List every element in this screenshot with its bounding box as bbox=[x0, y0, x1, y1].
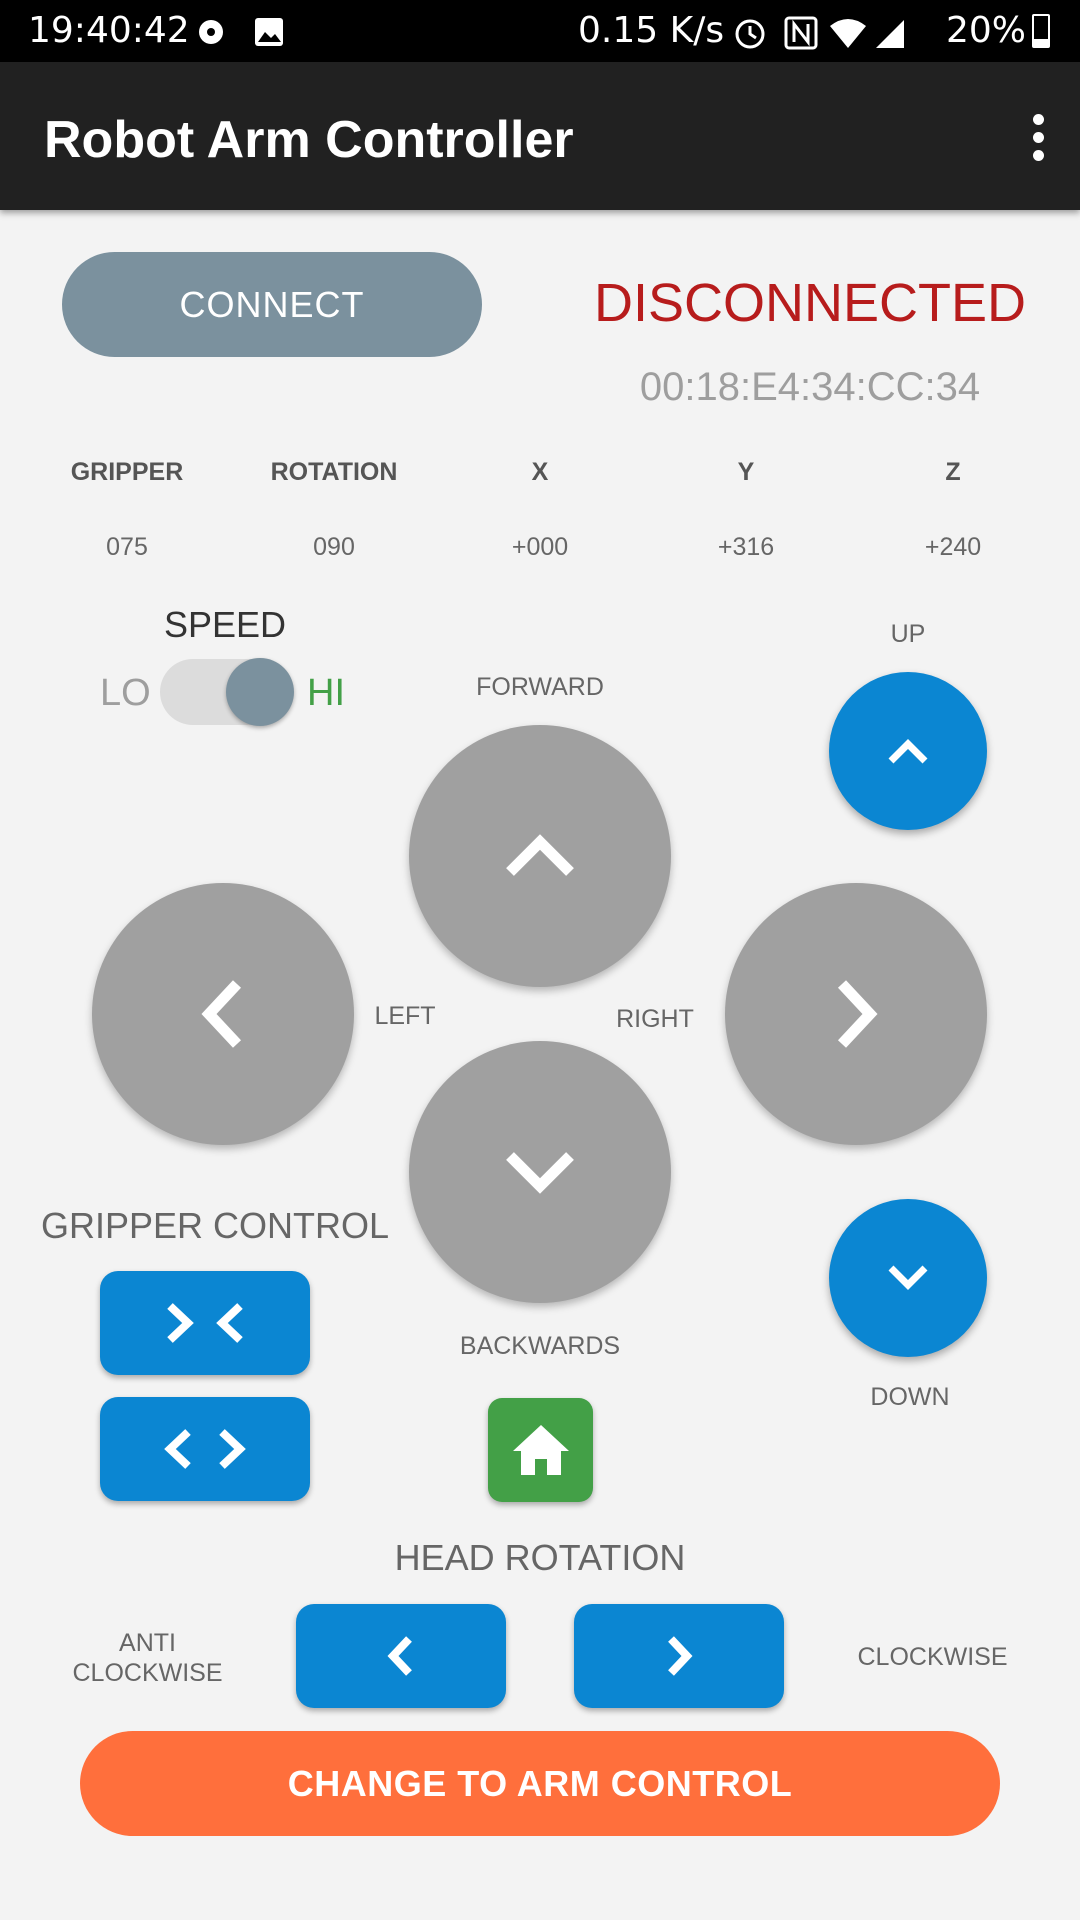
anticlockwise-label-line1: ANTI bbox=[119, 1629, 176, 1657]
readout-label-z: Z bbox=[945, 458, 961, 486]
backwards-button[interactable] bbox=[409, 1041, 671, 1303]
more-vert-icon[interactable] bbox=[1028, 114, 1048, 161]
speed-lo-label: LO bbox=[100, 672, 151, 714]
system-icons bbox=[730, 12, 970, 56]
forward-button[interactable] bbox=[409, 725, 671, 987]
chevron-left-icon bbox=[201, 980, 242, 1048]
up-button[interactable] bbox=[829, 672, 987, 830]
gripper-control-title: GRIPPER CONTROL bbox=[41, 1205, 390, 1246]
alarm-icon bbox=[735, 19, 765, 49]
home-icon bbox=[512, 1425, 569, 1475]
gripper-open-icon bbox=[164, 1429, 246, 1469]
readout-value-z: +240 bbox=[924, 533, 982, 561]
wifi-icon bbox=[830, 19, 866, 48]
app-title: Robot Arm Controller bbox=[44, 111, 574, 169]
gripper-close-icon bbox=[167, 1303, 243, 1343]
nfc-icon bbox=[784, 16, 818, 50]
readout-label-y: Y bbox=[737, 458, 755, 486]
up-label: UP bbox=[890, 620, 926, 648]
head-rotation-title: HEAD ROTATION bbox=[394, 1537, 686, 1578]
speed-toggle-thumb[interactable] bbox=[226, 658, 294, 726]
forward-label: FORWARD bbox=[476, 673, 604, 701]
change-to-arm-control-button[interactable]: CHANGE TO ARM CONTROL bbox=[80, 1731, 1000, 1836]
down-button[interactable] bbox=[829, 1199, 987, 1357]
image-icon bbox=[199, 18, 283, 46]
chevron-left-icon bbox=[387, 1636, 412, 1676]
chevron-up-icon bbox=[888, 739, 928, 764]
chevron-right-icon bbox=[837, 980, 878, 1048]
backwards-label: BACKWARDS bbox=[459, 1332, 621, 1360]
battery-percent: 20% bbox=[946, 10, 1027, 51]
chevron-down-icon bbox=[506, 1152, 574, 1194]
readout-value-x: +000 bbox=[511, 533, 569, 561]
connect-button[interactable]: CONNECT bbox=[62, 252, 482, 357]
chevron-up-icon bbox=[506, 834, 574, 876]
device-address: 00:18:E4:34:CC:34 bbox=[639, 365, 981, 409]
home-button[interactable] bbox=[488, 1398, 593, 1502]
notification-icons bbox=[195, 14, 285, 54]
connection-status: DISCONNECTED bbox=[593, 273, 1027, 333]
left-label: LEFT bbox=[374, 1002, 436, 1030]
anticlockwise-label-line2: CLOCKWISE bbox=[72, 1659, 223, 1687]
net-speed: 0.15 K/s bbox=[578, 10, 725, 51]
rotate-clockwise-button[interactable] bbox=[574, 1604, 784, 1708]
clockwise-label: CLOCKWISE bbox=[857, 1643, 1008, 1671]
status-bar: 19:40:42 0.15 K/s 20% bbox=[0, 0, 1080, 62]
readout-label-gripper: GRIPPER bbox=[70, 458, 184, 486]
rotate-anticlockwise-button[interactable] bbox=[296, 1604, 506, 1708]
left-button[interactable] bbox=[92, 883, 354, 1145]
speed-label: SPEED bbox=[163, 604, 287, 645]
chevron-right-icon bbox=[668, 1636, 693, 1676]
status-time: 19:40:42 bbox=[28, 10, 190, 51]
readout-value-rotation: 090 bbox=[313, 533, 355, 561]
speed-hi-label: HI bbox=[307, 672, 345, 714]
gripper-close-button[interactable] bbox=[100, 1271, 310, 1375]
down-label: DOWN bbox=[870, 1383, 950, 1411]
app-bar: Robot Arm Controller bbox=[0, 62, 1080, 210]
readout-value-y: +316 bbox=[717, 533, 775, 561]
right-button[interactable] bbox=[725, 883, 987, 1145]
readout-label-x: X bbox=[531, 458, 549, 486]
readout-value-gripper: 075 bbox=[106, 533, 148, 561]
readout-label-rotation: ROTATION bbox=[270, 458, 398, 486]
chevron-down-icon bbox=[888, 1265, 928, 1290]
right-label: RIGHT bbox=[616, 1005, 694, 1033]
signal-icon bbox=[876, 20, 904, 48]
gripper-open-button[interactable] bbox=[100, 1397, 310, 1501]
anticlockwise-label: ANTI CLOCKWISE bbox=[60, 1628, 235, 1688]
battery-icon bbox=[1032, 14, 1050, 48]
